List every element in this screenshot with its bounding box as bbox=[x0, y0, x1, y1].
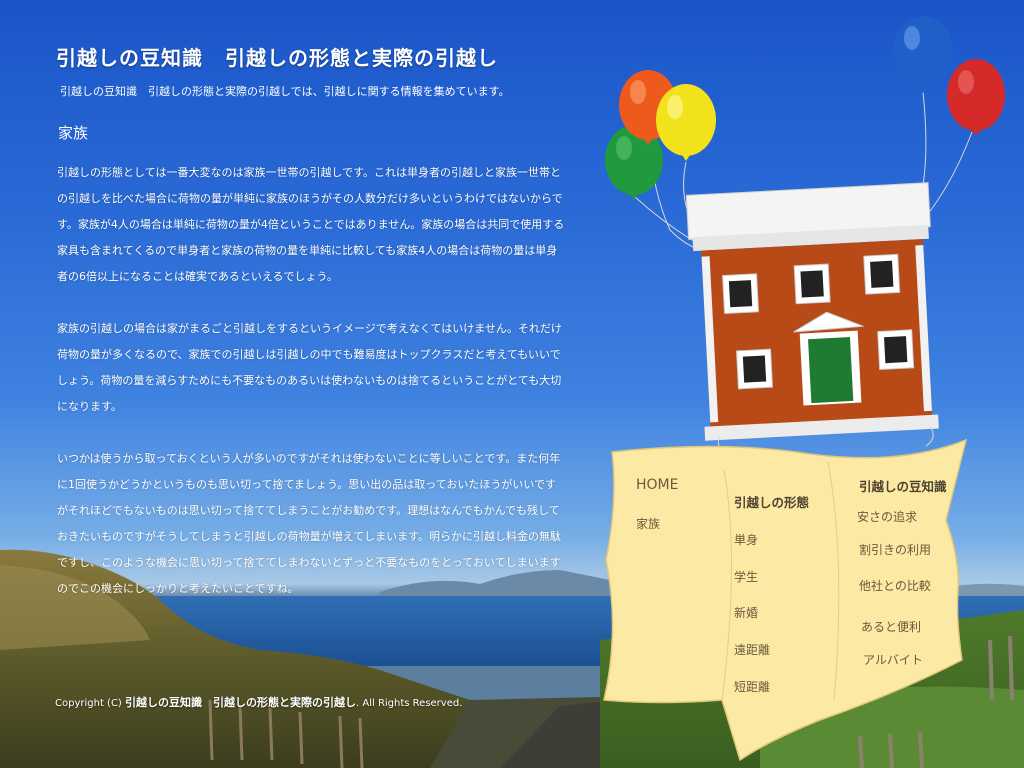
menu-item-useful[interactable]: あると便利 bbox=[861, 618, 921, 635]
site-title[interactable]: 引越しの豆知識 引越しの形態と実際の引越し bbox=[56, 42, 498, 71]
balloon-yellow bbox=[656, 84, 716, 161]
paragraph-2: 家族の引越しの場合は家がまるごと引越しをするというイメージで考えなくてはいけませ… bbox=[57, 322, 562, 413]
footer-site-link[interactable]: 引越しの豆知識 引越しの形態と実際の引越し bbox=[125, 696, 356, 709]
menu-item-family[interactable]: 家族 bbox=[636, 515, 660, 532]
article-content: 引越しの形態としては一番大変なのは家族一世帯の引越しです。これは単身者の引越しと… bbox=[57, 160, 567, 628]
footer: Copyright (C) 引越しの豆知識 引越しの形態と実際の引越し. All… bbox=[55, 694, 462, 710]
footer-copyright: Copyright (C) bbox=[55, 698, 122, 709]
menu-heading-forms: 引越しの形態 bbox=[734, 495, 810, 510]
menu-item-long-distance[interactable]: 遠距離 bbox=[734, 641, 770, 658]
site-title-part1: 引越しの豆知識 bbox=[56, 46, 203, 70]
menu-item-parttime[interactable]: アルバイト bbox=[863, 651, 923, 668]
menu-heading-tips: 引越しの豆知識 bbox=[859, 479, 947, 494]
menu-item-single[interactable]: 単身 bbox=[734, 531, 758, 548]
menu-item-student[interactable]: 学生 bbox=[734, 568, 758, 585]
house-balloons-illustration bbox=[603, 16, 1005, 762]
menu-item-newlywed[interactable]: 新婚 bbox=[734, 604, 758, 621]
balloon-red bbox=[947, 59, 1005, 136]
menu-item-cheap[interactable]: 安さの追求 bbox=[857, 508, 917, 525]
paragraph-1: 引越しの形態としては一番大変なのは家族一世帯の引越しです。これは単身者の引越しと… bbox=[57, 166, 565, 283]
page-heading: 家族 bbox=[58, 124, 89, 142]
paragraph-3: いつかは使うから取っておくという人が多いのですがそれは使わないことに等しいことで… bbox=[57, 452, 562, 595]
menu-item-discount[interactable]: 割引きの利用 bbox=[859, 541, 931, 558]
site-title-part2: 引越しの形態と実際の引越し bbox=[225, 46, 498, 70]
site-description: 引越しの豆知識 引越しの形態と実際の引越しでは、引越しに関する情報を集めています… bbox=[60, 85, 510, 98]
footer-rights: . All Rights Reserved. bbox=[356, 698, 463, 709]
menu-item-home[interactable]: HOME bbox=[636, 477, 678, 493]
menu-item-short-distance[interactable]: 短距離 bbox=[734, 678, 770, 695]
menu-item-compare[interactable]: 他社との比較 bbox=[859, 577, 931, 594]
house-icon bbox=[685, 182, 939, 441]
balloon-blue bbox=[893, 16, 953, 93]
